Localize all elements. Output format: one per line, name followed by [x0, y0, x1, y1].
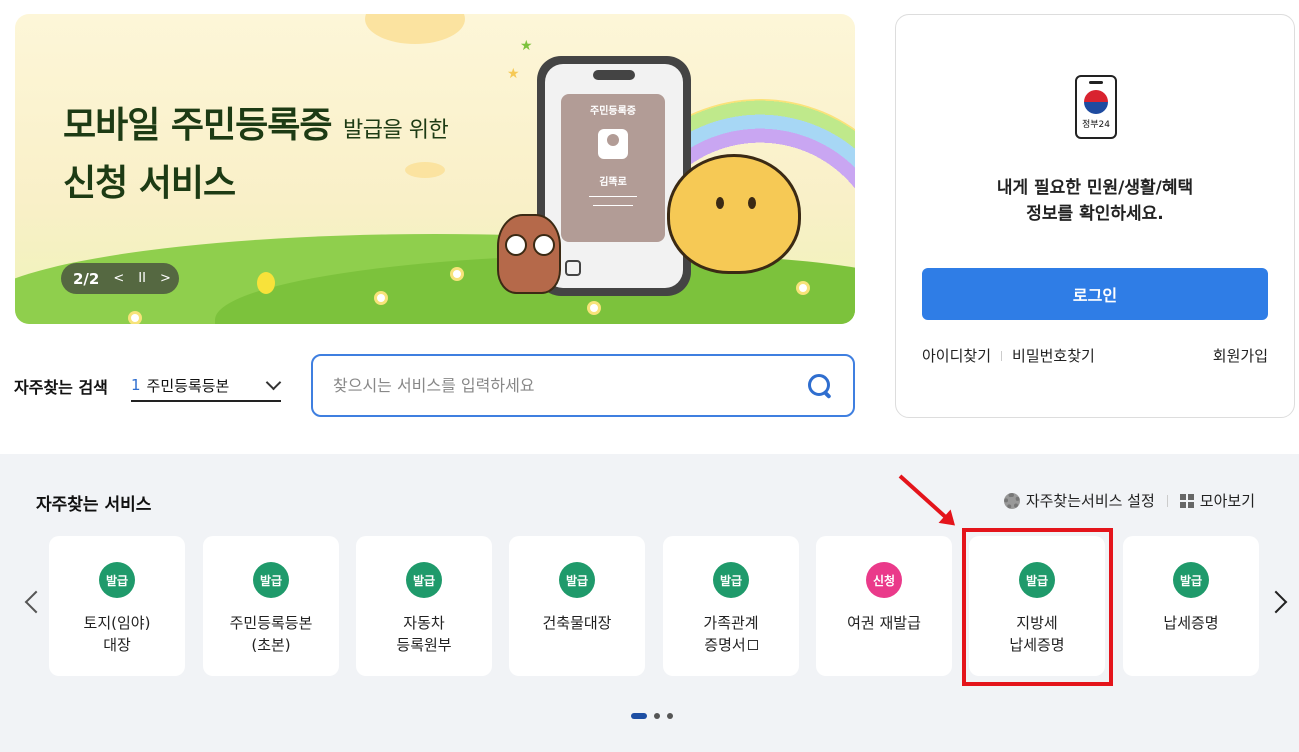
frequent-search-rank: 1	[131, 376, 141, 394]
service-label: 가족관계 증명서	[663, 612, 799, 656]
banner-title-line2: 신청 서비스	[63, 163, 236, 204]
flower-decoration	[131, 314, 139, 322]
squirrel-character	[667, 154, 801, 274]
flower-decoration	[590, 304, 598, 312]
pagination-dot[interactable]	[654, 713, 660, 719]
search-input[interactable]	[333, 376, 807, 395]
service-card[interactable]: 발급 납세증명	[1123, 536, 1259, 676]
avatar-icon	[598, 129, 628, 159]
frequent-search-dropdown[interactable]: 1 주민등록등본	[131, 370, 282, 402]
service-badge: 발급	[406, 562, 442, 598]
chevron-left-icon[interactable]	[24, 590, 48, 614]
service-label: 납세증명	[1163, 614, 1219, 632]
square-icon	[565, 260, 581, 276]
service-card[interactable]: 발급 가족관계 증명서	[663, 536, 799, 676]
id-card-title: 주민등록증	[590, 106, 636, 117]
divider	[1166, 494, 1168, 507]
search-box	[311, 354, 855, 417]
flower-decoration	[453, 270, 461, 278]
frequent-services-section: 자주찾는 서비스 자주찾는서비스 설정 모아보기 발급 토지(임야) 대장 발급…	[0, 454, 1299, 752]
id-card-name: 김똑로	[599, 177, 627, 188]
chevron-right-icon[interactable]	[1264, 590, 1288, 614]
gov24-logo-icon: 정부24	[1075, 75, 1117, 139]
arrow-annotation-icon	[898, 474, 954, 525]
services-toolbar: 자주찾는서비스 설정 모아보기	[1003, 490, 1255, 511]
banner-next-button[interactable]: >	[160, 271, 171, 286]
service-card[interactable]: 발급 주민등록등본 (초본)	[203, 536, 339, 676]
find-id-link[interactable]: 아이디찾기	[922, 345, 991, 366]
frequent-services-title: 자주찾는 서비스	[36, 495, 152, 515]
banner-page-indicator: 2/2	[73, 269, 100, 288]
service-card[interactable]: 신청 여권 재발급	[816, 536, 952, 676]
frequent-search-label: 자주찾는 검색	[14, 378, 108, 397]
flower-decoration	[799, 284, 807, 292]
highlight-box	[962, 528, 1113, 686]
external-link-icon	[747, 640, 758, 650]
service-label: 주민등록등본 (초본)	[229, 614, 313, 654]
id-card-illustration: 주민등록증 김똑로	[561, 94, 665, 242]
login-message-line1: 내게 필요한 민원/생활/혜택	[996, 178, 1194, 198]
divider	[1001, 350, 1003, 361]
flower-decoration	[377, 294, 385, 302]
service-label: 여권 재발급	[847, 614, 921, 632]
service-badge: 발급	[1173, 562, 1209, 598]
search-icon[interactable]	[807, 373, 833, 399]
signup-link[interactable]: 회원가입	[1213, 345, 1268, 366]
frequent-search-value: 주민등록등본	[146, 376, 230, 395]
login-panel: 정부24 내게 필요한 민원/생활/혜택 정보를 확인하세요. 로그인 아이디찾…	[895, 14, 1295, 418]
banner-pause-button[interactable]: II	[138, 271, 146, 286]
banner-title-line1: 모바일 주민등록증	[63, 105, 332, 146]
taegeuk-icon	[1084, 90, 1108, 114]
pagination-dot[interactable]	[667, 713, 673, 719]
cloud-decoration	[365, 14, 465, 44]
find-password-link[interactable]: 비밀번호찾기	[1012, 345, 1095, 366]
banner-title-subtext: 발급을 위한	[343, 118, 449, 143]
service-card[interactable]: 발급 자동차 등록원부	[356, 536, 492, 676]
login-message: 내게 필요한 민원/생활/혜택 정보를 확인하세요.	[896, 175, 1294, 227]
view-all-link[interactable]: 모아보기	[1200, 490, 1255, 511]
banner-pager: 2/2 < II >	[61, 263, 179, 294]
account-links: 아이디찾기 비밀번호찾기 회원가입	[922, 345, 1268, 366]
service-badge: 신청	[866, 562, 902, 598]
service-badge: 발급	[559, 562, 595, 598]
services-settings-link[interactable]: 자주찾는서비스 설정	[1026, 490, 1155, 511]
login-message-line2: 정보를 확인하세요.	[1026, 204, 1164, 224]
service-label: 자동차 등록원부	[396, 614, 452, 654]
banner-prev-button[interactable]: <	[113, 271, 124, 286]
star-icon: ★	[507, 66, 520, 82]
service-card[interactable]: 발급 건축물대장	[509, 536, 645, 676]
service-badge: 발급	[713, 562, 749, 598]
main-banner[interactable]: 모바일 주민등록증 발급을 위한 신청 서비스 ★ ★ 주민등록증 김똑로 ••…	[15, 14, 855, 324]
service-label: 토지(임야) 대장	[83, 614, 151, 654]
service-label: 건축물대장	[542, 614, 612, 632]
star-icon: ★	[520, 38, 533, 54]
chick-illustration	[257, 272, 275, 294]
gov24-logo-text: 정부24	[1081, 120, 1110, 130]
service-badge: 발급	[99, 562, 135, 598]
pagination-dot-active[interactable]	[631, 713, 647, 719]
login-button[interactable]: 로그인	[922, 268, 1268, 320]
owl-character	[497, 214, 561, 294]
grid-icon	[1179, 493, 1194, 508]
chevron-down-icon	[265, 374, 282, 391]
banner-title: 모바일 주민등록증 발급을 위한 신청 서비스	[63, 96, 449, 206]
service-card[interactable]: 발급 토지(임야) 대장	[49, 536, 185, 676]
gear-icon	[1003, 492, 1020, 509]
service-badge: 발급	[253, 562, 289, 598]
carousel-pagination	[631, 713, 673, 719]
